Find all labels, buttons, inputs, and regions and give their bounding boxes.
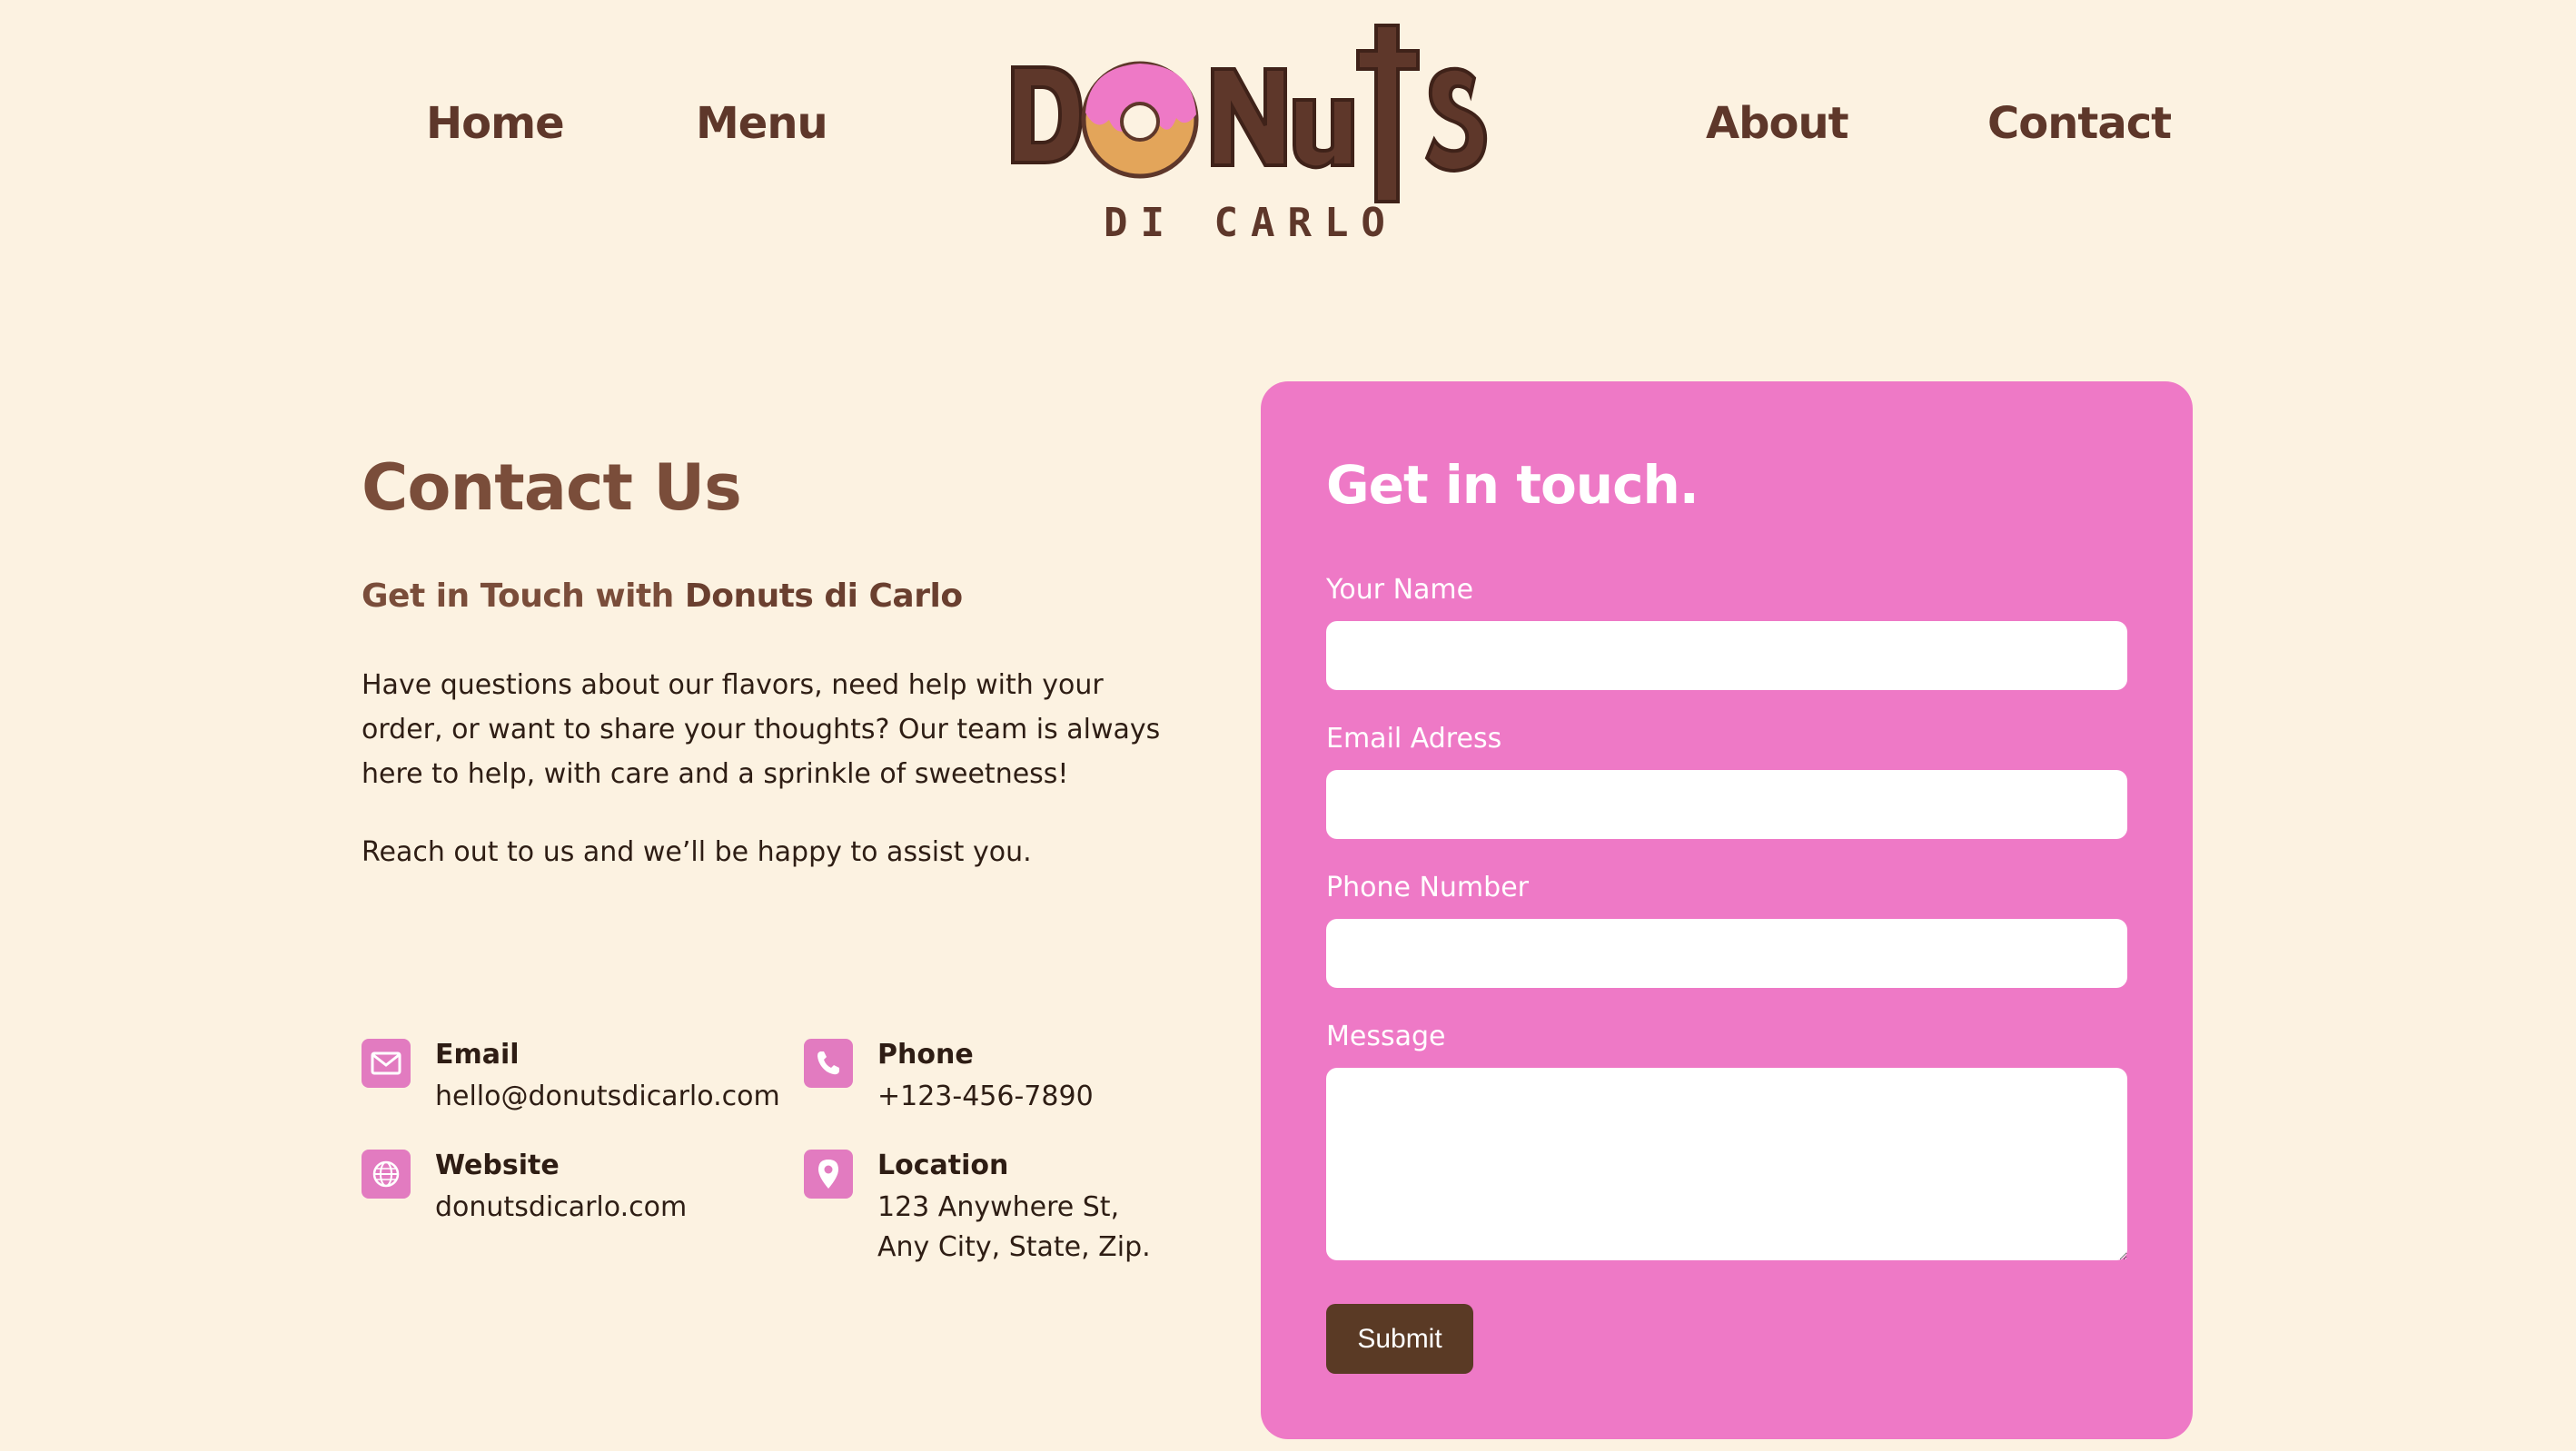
message-textarea[interactable] — [1326, 1068, 2127, 1260]
map-pin-icon — [804, 1150, 853, 1199]
logo-tagline: DI CARLO — [1104, 200, 1398, 246]
nav-about-link[interactable]: About — [1706, 98, 1849, 149]
page-subtitle: Get in Touch with Donuts di Carlo — [362, 577, 963, 615]
email-input[interactable] — [1326, 770, 2127, 839]
message-label: Message — [1326, 1021, 1446, 1052]
website-value[interactable]: donutsdicarlo.com — [435, 1188, 687, 1228]
email-value[interactable]: hello@donutsdicarlo.com — [435, 1077, 780, 1117]
location-value: 123 Anywhere St, Any City, State, Zip. — [877, 1188, 1151, 1268]
phone-icon — [804, 1039, 853, 1088]
intro-paragraph: Have questions about our flavors, need h… — [362, 669, 1161, 790]
contact-form: Get in touch. Your Name Email Adress Pho… — [1261, 381, 2193, 1439]
page-title: Contact Us — [362, 450, 742, 525]
location-label: Location — [877, 1150, 1009, 1181]
nav-home-link[interactable]: Home — [426, 98, 565, 149]
envelope-icon — [362, 1039, 411, 1088]
nav-contact-link[interactable]: Contact — [1987, 98, 2172, 149]
name-label: Your Name — [1326, 574, 1474, 606]
subtitle-prefix: Get in Touch with — [362, 577, 685, 615]
email-label-form: Email Adress — [1326, 723, 1502, 755]
globe-icon — [362, 1150, 411, 1199]
location-line2: Any City, State, Zip. — [877, 1231, 1151, 1263]
brand-logo[interactable]: DI CARLO — [995, 13, 1503, 249]
nav-menu-link[interactable]: Menu — [696, 98, 828, 149]
subtitle-brand: Donuts di Carlo — [684, 577, 963, 615]
form-title: Get in touch. — [1326, 454, 1699, 516]
reach-out-text: Reach out to us and we’ll be happy to as… — [362, 836, 1032, 868]
phone-label: Phone — [877, 1039, 974, 1071]
location-line1: 123 Anywhere St, — [877, 1191, 1120, 1223]
phone-input[interactable] — [1326, 919, 2127, 988]
name-input[interactable] — [1326, 621, 2127, 690]
donuts-logo-graphic: DI CARLO — [1011, 24, 1488, 246]
website-label: Website — [435, 1150, 560, 1181]
phone-value[interactable]: +123-456-7890 — [877, 1077, 1094, 1117]
phone-label-form: Phone Number — [1326, 872, 1529, 903]
submit-button[interactable]: Submit — [1326, 1304, 1473, 1374]
email-label: Email — [435, 1039, 520, 1071]
